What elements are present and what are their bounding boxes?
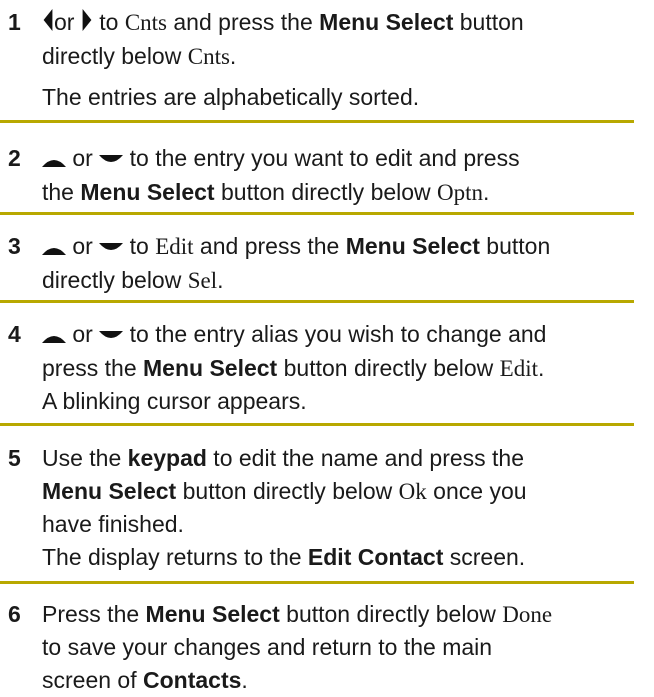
instruction-list: 1 or to Cnts and press the Menu Select b… [0,0,654,694]
emphasis-text: Menu Select [345,233,480,259]
text-line: the Menu Select button directly below Op… [42,176,624,209]
step-text: or to Edit and press the Menu Select but… [42,230,624,297]
text-run: to the entry you want to edit and press [123,145,520,171]
text-line: Menu Select button directly below Ok onc… [42,475,624,508]
step-text: or to the entry alias you wish to change… [42,318,624,418]
text-line: or to the entry alias you wish to change… [42,318,624,352]
down-arrow-icon [99,143,124,176]
text-line: or to Edit and press the Menu Select but… [42,230,624,264]
text-run: . [241,667,248,693]
divider [0,300,634,303]
softkey-label: Cnts [187,44,230,70]
text-run: or [54,9,81,35]
text-line: or to the entry you want to edit and pre… [42,142,624,176]
text-line: A blinking cursor appears. [42,385,624,418]
text-line: to save your changes and return to the m… [42,631,624,664]
softkey-label: Sel [187,268,218,294]
emphasis-text: Menu Select [42,478,177,504]
divider [0,423,634,426]
up-arrow-icon [42,319,66,352]
softkey-label: Ok [398,479,427,504]
text-run: button directly below [176,478,399,504]
down-arrow-icon [99,231,124,264]
text-run: Use the [42,445,128,471]
text-run: directly below [42,267,188,294]
emphasis-text: keypad [127,445,207,471]
softkey-label: Done [502,602,553,627]
emphasis-text: Edit Contact [307,544,444,570]
text-run: to save your changes and return to the m… [42,634,493,660]
step-number: 6 [8,601,21,627]
text-run: screen of [42,667,143,693]
text-run: button [479,233,551,259]
step-text: Use the keypad to edit the name and pres… [42,442,624,574]
text-run: . [217,267,224,294]
text-run: or [66,145,100,171]
emphasis-text: Menu Select [143,355,278,382]
step-number: 2 [8,145,21,171]
text-run: . [483,179,490,206]
softkey-label: Optn [437,180,484,206]
text-run: and press the [193,233,346,259]
text-line: have finished. [42,508,624,541]
text-line: Use the keypad to edit the name and pres… [42,442,624,475]
up-arrow-icon [42,143,66,176]
step-number: 4 [8,321,21,347]
softkey-label: Cnts [124,10,167,35]
text-line: The display returns to the Edit Contact … [42,541,624,574]
text-line: or to Cnts and press the Menu Select but… [42,6,624,40]
text-run: button [453,9,524,35]
softkey-label: Edit [155,234,194,259]
left-arrow-icon [42,7,54,40]
text-run: to [92,9,125,35]
text-run: . [538,355,545,382]
emphasis-text: Menu Select [80,179,215,206]
text-run: have finished. [42,511,184,537]
text-run: press the [42,355,143,382]
text-run: directly below [42,43,188,70]
text-run: or [66,233,100,259]
text-run: . [229,43,237,70]
emphasis-text: Menu Select [319,9,454,35]
text-run: screen. [443,544,526,570]
down-arrow-icon [99,319,124,352]
text-line: press the Menu Select button directly be… [42,352,624,385]
text-run: or [66,321,100,347]
emphasis-text: Menu Select [145,601,280,627]
softkey-label: Edit [499,356,539,382]
text-run: once you [426,478,527,504]
text-line: Press the Menu Select button directly be… [42,598,624,631]
text-run: button directly below [214,179,438,206]
text-run: the [42,179,81,206]
text-run: button directly below [277,355,500,382]
text-run: to the entry alias you wish to change an… [123,321,547,347]
divider [0,212,634,215]
step-text: or to the entry you want to edit and pre… [42,142,624,209]
text-run: Press the [42,601,146,627]
step-number: 3 [8,233,21,259]
step-number: 1 [8,9,21,35]
step-note: The entries are alphabetically sorted. [42,84,420,111]
text-line: directly below Cnts. [42,40,624,73]
text-run: to edit the name and press the [206,445,525,471]
emphasis-text: Contacts [143,667,242,693]
divider [0,120,634,123]
divider [0,581,634,584]
text-run: to [123,233,156,259]
step-number: 5 [8,445,21,471]
text-run: and press the [167,9,320,35]
text-run: A blinking cursor appears. [42,388,307,415]
step-text: Press the Menu Select button directly be… [42,598,624,697]
text-run: The display returns to the [42,544,308,570]
text-run: button directly below [279,601,503,627]
text-line: screen of Contacts. [42,664,624,697]
text-line: directly below Sel. [42,264,624,297]
right-arrow-icon [81,7,93,40]
up-arrow-icon [42,231,66,264]
step-text: or to Cnts and press the Menu Select but… [42,6,624,114]
